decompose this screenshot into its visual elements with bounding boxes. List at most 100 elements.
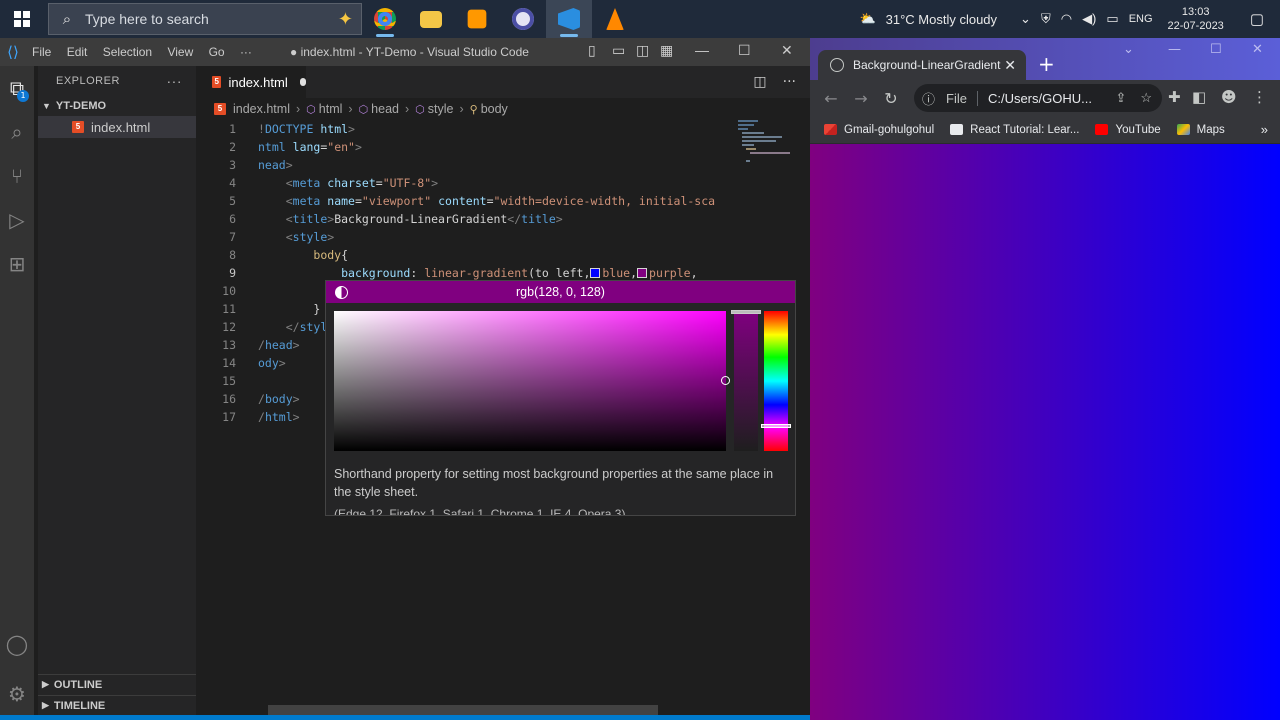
minimize-icon[interactable]: —	[695, 42, 709, 58]
original-color-icon[interactable]	[326, 285, 356, 299]
app-taskbar-app[interactable]	[500, 0, 546, 38]
breadcrumb-item[interactable]: style	[428, 102, 454, 116]
windows-start-button[interactable]	[0, 0, 44, 38]
timeline-panel[interactable]: ▶ TIMELINE	[38, 695, 196, 715]
more-bookmarks-icon[interactable]: »	[1261, 122, 1268, 137]
explorer-header: EXPLORER ···	[38, 66, 196, 96]
profile-avatar[interactable]: ☻	[1221, 88, 1237, 106]
source-control-icon[interactable]: ⑂	[0, 154, 34, 198]
gmail-icon	[824, 124, 837, 135]
extensions-icon[interactable]: ⊞	[0, 242, 34, 286]
sublime-taskbar-app[interactable]	[454, 0, 500, 38]
vscode-taskbar-app[interactable]	[546, 0, 592, 38]
split-editor-icon[interactable]: ◫	[753, 74, 766, 90]
menu-view[interactable]: View	[161, 45, 199, 59]
unsaved-dot-icon[interactable]	[299, 78, 306, 86]
horizontal-scrollbar[interactable]	[268, 705, 658, 715]
hue-slider[interactable]	[764, 311, 788, 451]
html5-icon: 5	[72, 121, 84, 133]
sparkle-icon[interactable]: ✦	[338, 9, 353, 30]
bookmark-label: React Tutorial: Lear...	[970, 123, 1080, 136]
browser-compatibility: (Edge 12, Firefox 1, Safari 1, Chrome 1,…	[334, 507, 626, 516]
info-icon[interactable]: ⓘ	[922, 89, 946, 108]
code-line: ntml lang="en">	[258, 140, 362, 154]
workspace-folder[interactable]: ▼ YT-DEMO	[38, 96, 196, 116]
breadcrumb-separator: ›	[348, 102, 353, 116]
extensions-puzzle-icon[interactable]: ✚	[1168, 88, 1181, 106]
battery-icon[interactable]: ▭	[1101, 11, 1123, 27]
bookmark-star-icon[interactable]: ☆	[1140, 90, 1152, 106]
weather-text[interactable]: 31°C Mostly cloudy	[881, 12, 1002, 27]
side-panel-icon[interactable]: ◧	[1192, 88, 1206, 106]
close-icon[interactable]: ✕	[1252, 42, 1263, 57]
close-tab-icon[interactable]: ✕	[1004, 57, 1016, 74]
breadcrumb-item[interactable]: body	[481, 102, 508, 116]
chevron-up-icon[interactable]: ⌄	[1002, 11, 1036, 27]
toggle-sidebar-icon[interactable]: ▯	[588, 42, 596, 59]
search-icon[interactable]: ⌕	[0, 110, 34, 154]
color-swatch-purple[interactable]	[637, 268, 648, 278]
hue-slider-handle[interactable]	[761, 424, 791, 428]
element-icon: ⬡	[415, 103, 425, 116]
address-bar[interactable]: ⓘ File C:/Users/GOHU... ⇪ ☆	[914, 84, 1162, 112]
color-picker-header[interactable]: rgb(128, 0, 128)	[326, 281, 795, 303]
more-actions-icon[interactable]: ···	[167, 73, 183, 89]
maximize-icon[interactable]: ☐	[1210, 42, 1222, 57]
vlc-taskbar-app[interactable]	[592, 0, 638, 38]
chrome-taskbar-app[interactable]	[362, 0, 408, 38]
menu-edit[interactable]: Edit	[61, 45, 94, 59]
bookmark-maps[interactable]: Maps	[1176, 124, 1225, 136]
settings-gear-icon[interactable]: ⚙	[0, 672, 34, 716]
weather-icon[interactable]: ⛅	[854, 11, 880, 27]
notification-icon[interactable]: ▢	[1234, 10, 1280, 28]
more-actions-icon[interactable]: ···	[783, 74, 796, 90]
menu-file[interactable]: File	[26, 45, 57, 59]
run-debug-icon[interactable]: ▷	[0, 198, 34, 242]
file-item-index-html[interactable]: 5 index.html	[38, 116, 196, 138]
customize-layout-icon[interactable]: ▦	[660, 42, 673, 59]
tab-search-icon[interactable]: ⌄	[1123, 42, 1134, 57]
breadcrumb-item[interactable]: head	[371, 102, 399, 116]
back-icon[interactable]: ←	[816, 89, 846, 108]
toggle-panel-icon[interactable]: ▭	[612, 42, 625, 59]
share-icon[interactable]: ⇪	[1115, 90, 1126, 106]
saturation-handle[interactable]	[721, 376, 730, 385]
menu-more[interactable]: ···	[234, 45, 258, 59]
menu-go[interactable]: Go	[203, 45, 231, 59]
maximize-icon[interactable]: ☐	[738, 42, 751, 59]
color-value-text[interactable]: rgb(128, 0, 128)	[356, 285, 765, 299]
security-icon[interactable]: ⛨	[1036, 11, 1056, 27]
explorer-icon[interactable]: ⧉ 1	[0, 66, 34, 110]
taskbar-search-box[interactable]: ⌕ Type here to search ✦	[48, 3, 362, 35]
clock-date: 22-07-2023	[1167, 20, 1224, 32]
opacity-slider[interactable]	[734, 311, 758, 451]
account-icon[interactable]: ◯	[0, 622, 34, 666]
forward-icon[interactable]: →	[846, 89, 876, 108]
color-swatch-blue[interactable]	[590, 268, 601, 278]
address-text: C:/Users/GOHU...	[987, 90, 1092, 106]
close-icon[interactable]: ✕	[781, 42, 793, 59]
wifi-icon[interactable]: ◠	[1056, 11, 1077, 27]
bookmark-youtube[interactable]: YouTube	[1095, 124, 1161, 136]
breadcrumb-item[interactable]: html	[319, 102, 343, 116]
menu-selection[interactable]: Selection	[97, 45, 158, 59]
toggle-secondary-sidebar-icon[interactable]: ◫	[636, 42, 649, 59]
saturation-box[interactable]	[334, 311, 726, 451]
chrome-menu-icon[interactable]: ⋮	[1252, 88, 1267, 106]
bookmark-react-tutorial[interactable]: React Tutorial: Lear...	[950, 124, 1079, 136]
language-indicator[interactable]: ENG	[1124, 13, 1158, 25]
tab-index-html[interactable]: 5 index.html	[196, 66, 306, 98]
reload-icon[interactable]: ↻	[876, 89, 906, 108]
new-tab-button[interactable]: +	[1038, 54, 1055, 74]
outline-panel[interactable]: ▶ OUTLINE	[38, 674, 196, 694]
bookmark-gmail[interactable]: Gmail-gohulgohul	[824, 124, 934, 136]
file-explorer-taskbar-app[interactable]	[408, 0, 454, 38]
tab-background-lineargradient[interactable]: Background-LinearGradient ✕	[818, 50, 1026, 80]
chrome-tab-strip: Background-LinearGradient ✕ + ⌄ — ☐ ✕	[810, 38, 1280, 80]
page-gradient-view[interactable]	[810, 144, 1280, 720]
clock[interactable]: 13:03 22-07-2023	[1158, 5, 1234, 33]
minimize-icon[interactable]: —	[1168, 42, 1181, 57]
volume-icon[interactable]: ◀)	[1077, 11, 1101, 27]
breadcrumb-item[interactable]: index.html	[233, 102, 290, 116]
opacity-slider-handle[interactable]	[731, 310, 761, 314]
